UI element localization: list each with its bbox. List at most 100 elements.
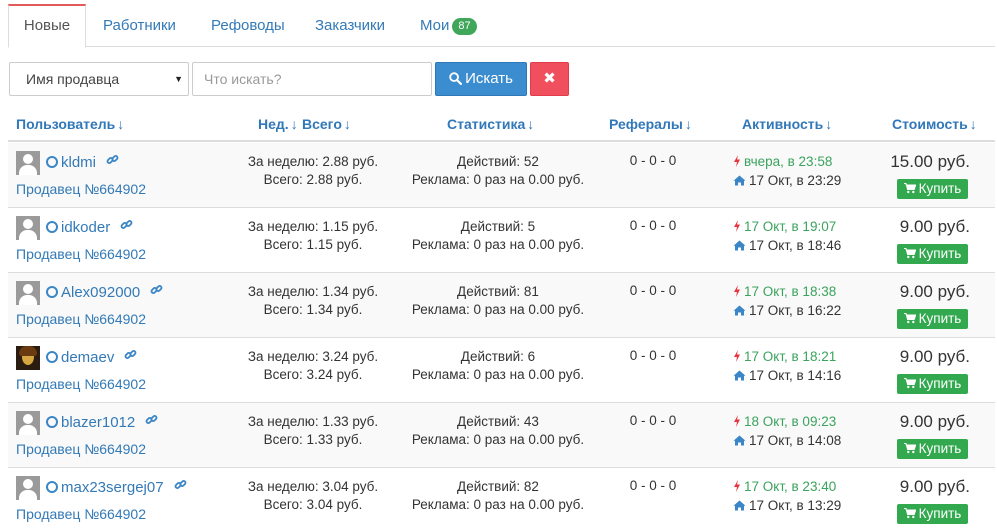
price-value: 9.00 руб.	[899, 412, 970, 431]
cart-icon	[903, 506, 919, 521]
avatar	[16, 346, 40, 370]
total-earnings: Всего: 2.88 руб.	[263, 172, 363, 187]
link-icon[interactable]	[106, 153, 119, 170]
actions-count: Действий: 43	[457, 414, 539, 429]
search-icon	[449, 72, 463, 86]
sort-stats[interactable]: Статистика ↓	[447, 116, 534, 132]
buy-button[interactable]: Купить	[897, 309, 968, 329]
table-row: Alex092000 Продавец №664902 За неделю: 1.3…	[8, 273, 995, 338]
sort-arrow-icon: ↓	[969, 116, 977, 132]
ads-stats: Реклама: 0 раз на 0.00 руб.	[411, 367, 585, 382]
clear-button[interactable]: ✖	[530, 62, 569, 96]
seller-link[interactable]: Продавец №664902	[16, 506, 146, 522]
header-activity-label: Активность	[742, 116, 824, 132]
buy-label: Купить	[918, 506, 962, 521]
total-earnings: Всего: 1.34 руб.	[263, 302, 363, 317]
seller-link[interactable]: Продавец №664902	[16, 246, 146, 262]
tab-workers[interactable]: Работники	[103, 4, 176, 47]
buy-button[interactable]: Купить	[897, 374, 968, 394]
price-value: 15.00 руб.	[890, 152, 970, 171]
sort-total[interactable]: Всего ↓	[302, 116, 351, 132]
home-icon	[733, 498, 746, 516]
table-row: blazer1012 Продавец №664902 За неделю: 1.3…	[8, 403, 995, 468]
cart-icon	[903, 246, 919, 261]
buy-label: Купить	[918, 441, 962, 456]
tab-customers[interactable]: Заказчики	[315, 4, 385, 47]
actions-count: Действий: 52	[457, 154, 539, 169]
sort-arrow-icon: ↓	[684, 116, 692, 132]
sort-price[interactable]: Стоимость ↓	[892, 116, 977, 132]
cart-icon	[903, 311, 919, 326]
buy-button[interactable]: Купить	[897, 179, 968, 199]
referrals-value: 0 - 0 - 0	[629, 283, 677, 298]
bolt-icon	[733, 219, 741, 237]
username-link[interactable]: blazer1012	[61, 413, 158, 431]
last-action-time: 17 Окт, в 18:38	[744, 284, 837, 299]
total-earnings: Всего: 1.15 руб.	[263, 237, 363, 252]
buy-button[interactable]: Купить	[897, 439, 968, 459]
username-link[interactable]: max23sergej07	[61, 478, 187, 496]
referrals-value: 0 - 0 - 0	[629, 218, 677, 233]
sort-arrow-icon: ↓	[290, 116, 298, 132]
buy-label: Купить	[918, 376, 962, 391]
stats-cell: Действий: 81 Реклама: 0 раз на 0.00 руб.	[398, 283, 598, 319]
actions-count: Действий: 5	[460, 219, 536, 234]
cart-icon	[903, 441, 919, 456]
last-action-time: 18 Окт, в 09:23	[744, 414, 837, 429]
buy-button[interactable]: Купить	[897, 504, 968, 524]
sort-activity[interactable]: Активность ↓	[742, 116, 832, 132]
tab-new[interactable]: Новые	[8, 4, 86, 48]
seller-link[interactable]: Продавец №664902	[16, 181, 146, 197]
last-visit-time: 17 Окт, в 23:29	[749, 173, 842, 188]
referrals-value: 0 - 0 - 0	[629, 153, 677, 168]
buy-button[interactable]: Купить	[897, 244, 968, 264]
week-earnings: За неделю: 2.88 руб.	[247, 154, 379, 169]
referrals-value: 0 - 0 - 0	[629, 478, 677, 493]
seller-link[interactable]: Продавец №664902	[16, 376, 146, 392]
avatar	[16, 151, 40, 175]
username-link[interactable]: idkoder	[61, 218, 133, 236]
actions-count: Действий: 81	[457, 284, 539, 299]
username-text: Alex092000	[61, 284, 141, 301]
avatar	[16, 411, 40, 435]
seller-link[interactable]: Продавец №664902	[16, 441, 146, 457]
earnings-cell: За неделю: 1.15 руб. Всего: 1.15 руб.	[208, 218, 418, 254]
sort-referrals[interactable]: Рефералы ↓	[609, 116, 692, 132]
link-icon[interactable]	[174, 478, 187, 495]
username-link[interactable]: Alex092000	[61, 283, 163, 301]
link-icon[interactable]	[150, 283, 163, 300]
search-input[interactable]	[192, 62, 432, 96]
header-user-label: Пользователь	[16, 116, 116, 132]
total-earnings: Всего: 1.33 руб.	[263, 432, 363, 447]
seller-link[interactable]: Продавец №664902	[16, 311, 146, 327]
link-icon[interactable]	[124, 348, 137, 365]
last-action-time: вчера, в 23:58	[744, 154, 833, 169]
stats-cell: Действий: 5 Реклама: 0 раз на 0.00 руб.	[398, 218, 598, 254]
tab-referrers[interactable]: Рефоводы	[211, 4, 285, 47]
buy-label: Купить	[918, 311, 962, 326]
bolt-icon	[733, 154, 741, 172]
actions-count: Действий: 82	[457, 479, 539, 494]
actions-count: Действий: 6	[460, 349, 536, 364]
search-field-select[interactable]: Имя продавца ▼	[9, 62, 189, 96]
sort-user[interactable]: Пользователь ↓	[16, 116, 124, 132]
bolt-icon	[733, 349, 741, 367]
buy-label: Купить	[918, 246, 962, 261]
link-icon[interactable]	[145, 413, 158, 430]
search-button-label: Искать	[465, 70, 513, 87]
table-row: idkoder Продавец №664902 За неделю: 1.15 р…	[8, 208, 995, 273]
cart-icon	[903, 376, 919, 391]
sort-week[interactable]: Нед. ↓	[258, 116, 298, 132]
username-link[interactable]: kldmi	[61, 153, 119, 171]
username-link[interactable]: demaev	[61, 348, 137, 366]
price-value: 9.00 руб.	[899, 477, 970, 496]
tab-mine[interactable]: Мои 87	[420, 4, 477, 47]
week-earnings: За неделю: 1.33 руб.	[247, 414, 379, 429]
status-circle-icon	[46, 221, 58, 233]
status-circle-icon	[46, 351, 58, 363]
link-icon[interactable]	[120, 218, 133, 235]
search-button[interactable]: Искать	[435, 62, 527, 96]
last-visit-time: 17 Окт, в 18:46	[749, 238, 842, 253]
caret-down-icon: ▼	[174, 74, 183, 84]
sort-arrow-icon: ↓	[527, 116, 535, 132]
